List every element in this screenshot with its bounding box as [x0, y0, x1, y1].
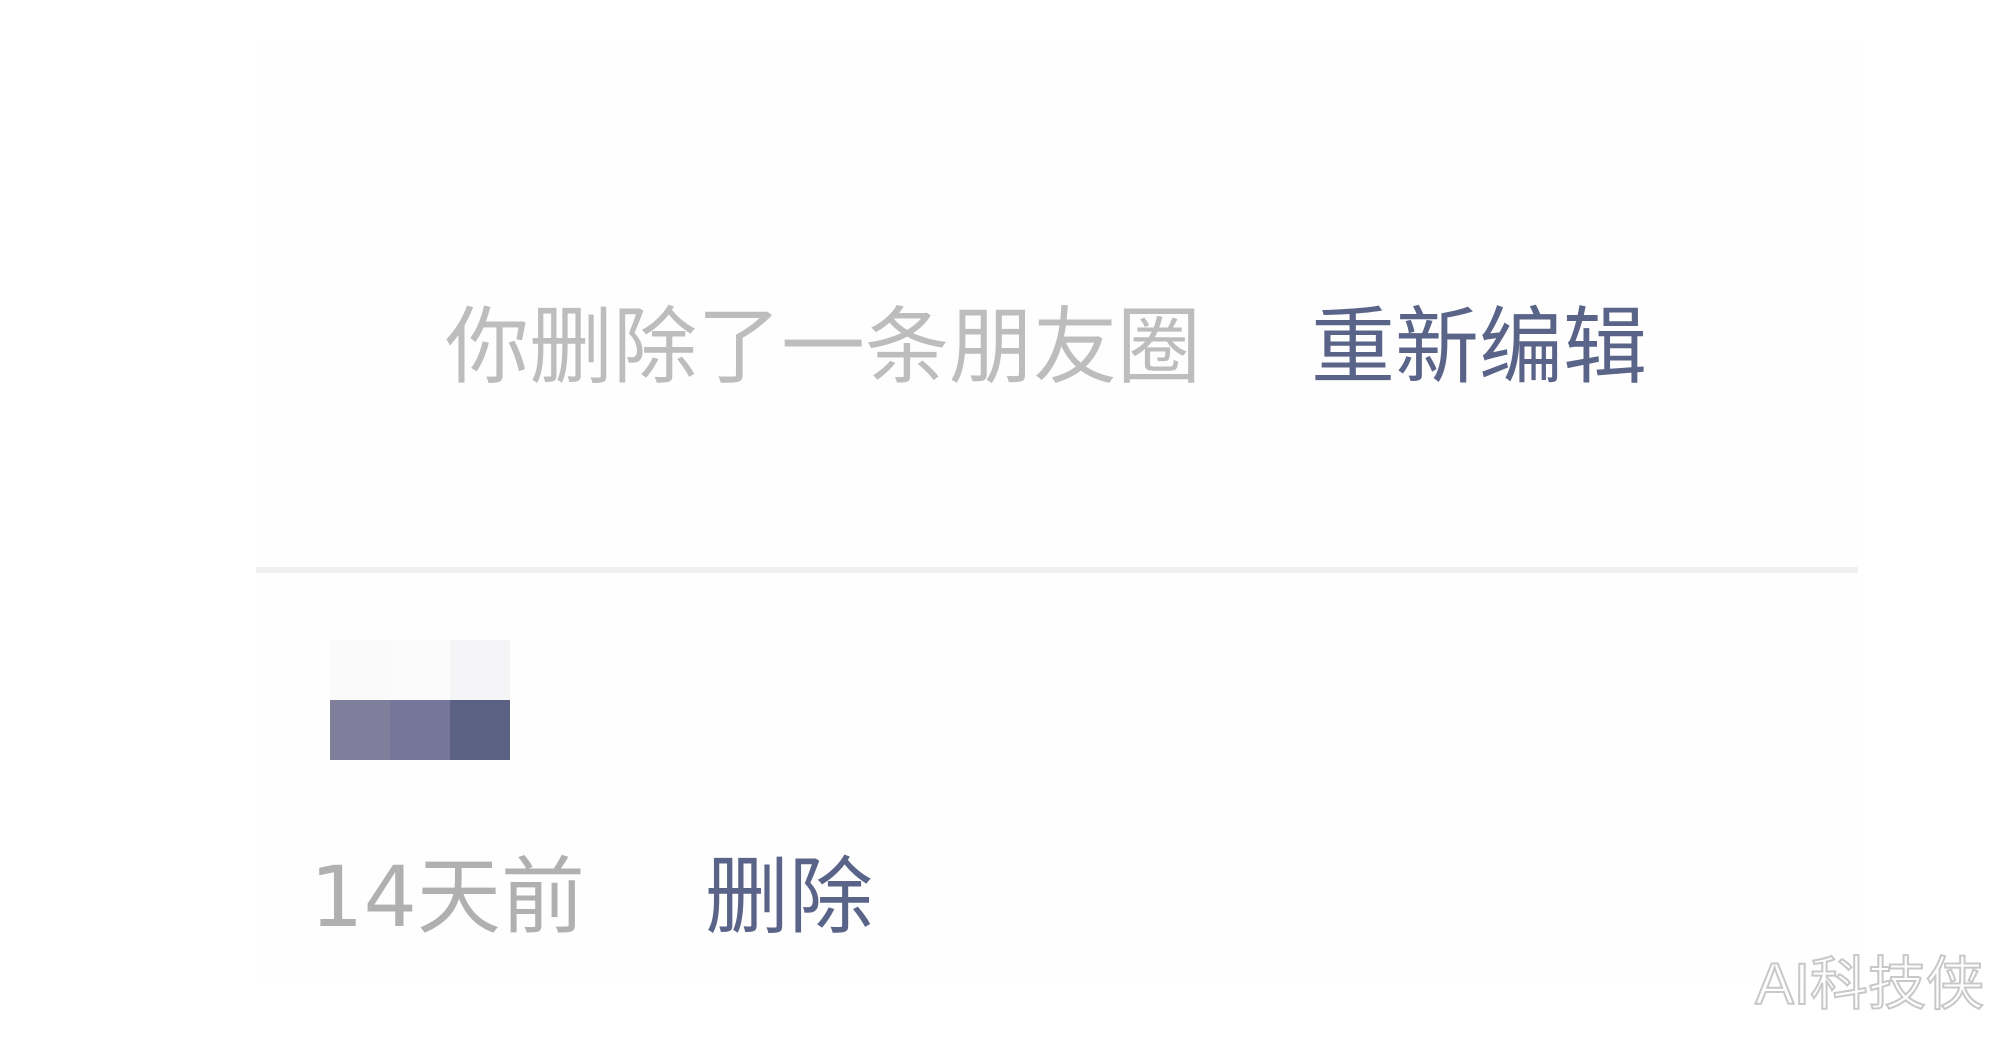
- deleted-moment-notice: 你删除了一条朋友圈 重新编辑: [445, 290, 1647, 396]
- deleted-moment-text: 你删除了一条朋友圈: [445, 297, 1202, 396]
- delete-button[interactable]: 删除: [705, 830, 873, 951]
- redacted-content: [330, 640, 510, 760]
- redacted-pixel: [330, 700, 390, 760]
- redacted-pixel: [390, 700, 450, 760]
- timestamp: 14天前: [310, 847, 585, 946]
- redacted-pixel: [330, 640, 390, 700]
- redacted-pixel: [450, 700, 510, 760]
- redacted-pixel: [390, 640, 450, 700]
- divider: [256, 567, 1858, 573]
- watermark-text: AI科技侠: [1754, 951, 1985, 1018]
- re-edit-button[interactable]: 重新编辑: [1311, 280, 1647, 401]
- redacted-pixel: [450, 640, 510, 700]
- screenshot-stage: 你删除了一条朋友圈 重新编辑 14天前 删除 AI科技侠: [0, 0, 2000, 1057]
- moment-meta-row: 14天前 删除: [310, 840, 873, 946]
